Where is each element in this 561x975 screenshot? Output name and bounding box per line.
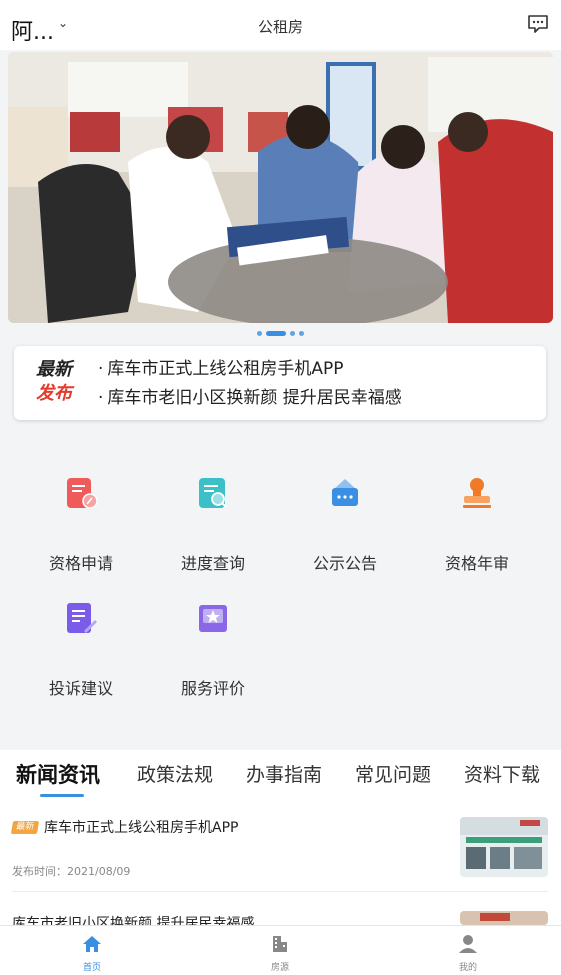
announcement-icon — [332, 479, 358, 506]
banner-photo — [8, 52, 553, 323]
application-form-icon — [67, 478, 98, 509]
news-title: 库车市正式上线公租房手机APP — [44, 820, 239, 836]
carousel-dot[interactable] — [290, 331, 295, 336]
tab-news[interactable]: 新闻资讯 — [16, 759, 100, 789]
bottom-nav: 首页 房源 我的 — [0, 925, 561, 975]
carousel-dot-active[interactable] — [266, 331, 286, 336]
news-date: 发布时间：2021/08/09 — [12, 865, 131, 878]
carousel-dot[interactable] — [257, 331, 262, 336]
service-announcement[interactable]: 公示公告 — [275, 438, 415, 573]
complaint-doc-icon — [67, 603, 97, 633]
progress-search-icon — [199, 478, 227, 508]
tab-faq[interactable]: 常见问题 — [355, 760, 431, 787]
divider — [12, 891, 548, 892]
latest-notice-panel[interactable]: 最新 发布 库车市正式上线公租房手机APP 库车市老旧小区换新颜 提升居民幸福感 — [14, 346, 546, 420]
building-icon — [273, 936, 287, 952]
tab-policy[interactable]: 政策法规 — [137, 760, 213, 787]
rating-star-icon — [199, 605, 227, 632]
home-icon — [83, 936, 101, 952]
service-progress[interactable]: 进度查询 — [143, 438, 283, 573]
active-tab-indicator — [40, 794, 84, 797]
top-bar: 阿... ⌄ 公租房 — [0, 0, 561, 50]
notice-item[interactable]: 库车市正式上线公租房手机APP — [98, 355, 402, 384]
service-grid: 资格申请 进度查询 公示公告 资格年审 投诉建议 服务评价 — [0, 438, 561, 732]
service-rating[interactable]: 服务评价 — [143, 563, 283, 698]
page-title: 公租房 — [257, 18, 303, 36]
latest-release-logo: 最新 发布 — [36, 359, 72, 404]
nav-listings[interactable]: 房源 — [250, 934, 310, 973]
news-item[interactable]: 最新 库车市正式上线公租房手机APP 发布时间：2021/08/09 — [10, 817, 548, 892]
banner-carousel[interactable] — [8, 52, 553, 323]
stamp-icon — [463, 478, 491, 508]
user-icon — [459, 935, 477, 953]
nav-home[interactable]: 首页 — [62, 934, 122, 973]
carousel-dot[interactable] — [299, 331, 304, 336]
news-thumbnail — [460, 911, 548, 925]
service-annual-review[interactable]: 资格年审 — [407, 438, 547, 573]
tab-guide[interactable]: 办事指南 — [246, 760, 322, 787]
news-thumbnail — [460, 817, 548, 877]
latest-tag: 最新 — [10, 820, 40, 834]
nav-me[interactable]: 我的 — [438, 934, 498, 973]
service-complaint[interactable]: 投诉建议 — [11, 563, 151, 698]
news-tabs: 新闻资讯 政策法规 办事指南 常见问题 资料下载 — [0, 750, 561, 800]
notice-item[interactable]: 库车市老旧小区换新颜 提升居民幸福感 — [98, 384, 401, 413]
service-apply[interactable]: 资格申请 — [11, 438, 151, 573]
message-icon[interactable] — [527, 14, 549, 34]
carousel-indicator[interactable] — [0, 331, 561, 336]
tab-download[interactable]: 资料下载 — [464, 760, 540, 787]
